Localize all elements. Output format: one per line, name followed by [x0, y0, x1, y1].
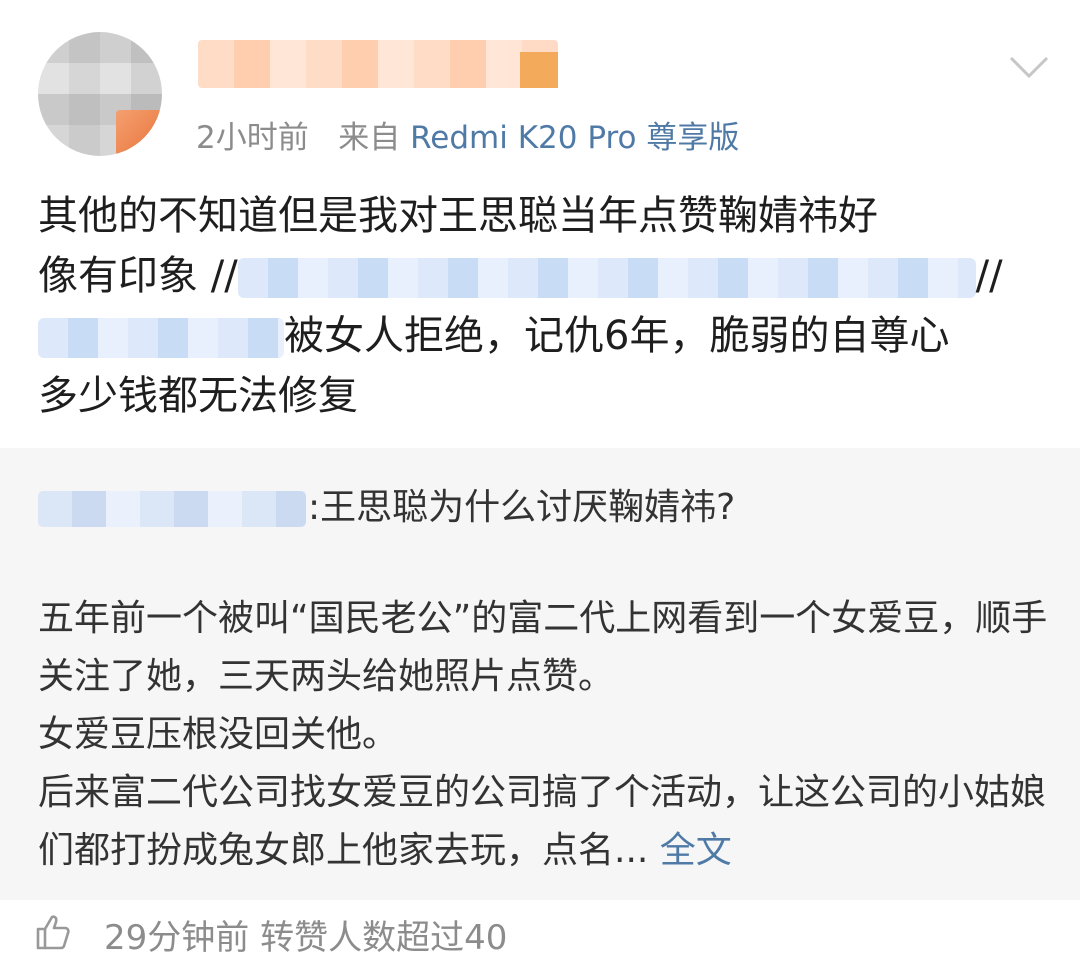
post-text-line: 其他的不知道但是我对王思聪当年点赞鞠婧祎好 [38, 193, 878, 239]
quoted-paragraph: 女爱豆压根没回关他。 [38, 714, 399, 755]
quoted-paragraph: 后来富二代公司找女爱豆的公司搞了个活动，让这公司的小姑娘们都打扮成兔女郎上他家去… [38, 764, 1048, 880]
post-text: 其他的不知道但是我对王思聪当年点赞鞠婧祎好 像有印象 // // 被女人拒绝，记仇… [38, 186, 1048, 426]
post-text-segment: 被女人拒绝，记仇6年，脆弱的自尊心 [284, 313, 950, 359]
post-card: 2小时前 来自 Redmi K20 Pro 尊享版 其他的不知道但是我对王思聪当… [0, 0, 1080, 977]
avatar[interactable] [38, 32, 162, 156]
post-meta: 2小时前 来自 Redmi K20 Pro 尊享版 [196, 112, 739, 157]
username-blurred[interactable] [198, 40, 558, 88]
thumbs-up-icon[interactable] [34, 912, 74, 952]
footer-time: 29分钟前 [104, 918, 250, 958]
source-device[interactable]: Redmi K20 Pro 尊享版 [410, 120, 739, 156]
mention-blurred[interactable] [38, 318, 284, 358]
repost-separator: // [975, 253, 1003, 299]
footer-repost-count: 转赞人数超过40 [260, 918, 508, 958]
post-text-segment: 像有印象 // [38, 253, 238, 299]
quoted-paragraph-text: 后来富二代公司找女爱豆的公司搞了个活动，让这公司的小姑娘们都打扮成兔女郎上他家去… [38, 772, 1047, 871]
quoted-title-text: :王思聪为什么讨厌鞠婧祎? [308, 487, 736, 528]
post-time: 2小时前 [196, 120, 309, 156]
mention-blurred[interactable] [237, 258, 976, 298]
quoted-post-title: :王思聪为什么讨厌鞠婧祎? [38, 478, 735, 530]
post-text-line: 像有印象 // // [38, 246, 1048, 306]
quoted-author-blurred[interactable] [38, 491, 306, 527]
source-prefix: 来自 [338, 120, 401, 156]
quoted-paragraph: 五年前一个被叫“国民老公”的富二代上网看到一个女爱豆，顺手关注了她，三天两头给她… [38, 598, 1048, 697]
post-text-line: 多少钱都无法修复 [38, 373, 358, 419]
post-text-line: 被女人拒绝，记仇6年，脆弱的自尊心 [38, 306, 1048, 366]
avatar-badge [116, 110, 162, 156]
chevron-down-icon[interactable] [1008, 52, 1050, 82]
full-text-link[interactable]: 全文 [660, 830, 732, 871]
quoted-post-body: 五年前一个被叫“国民老公”的富二代上网看到一个女爱豆，顺手关注了她，三天两头给她… [38, 590, 1048, 880]
footer-stats: 29分钟前 转赞人数超过40 [104, 910, 507, 959]
